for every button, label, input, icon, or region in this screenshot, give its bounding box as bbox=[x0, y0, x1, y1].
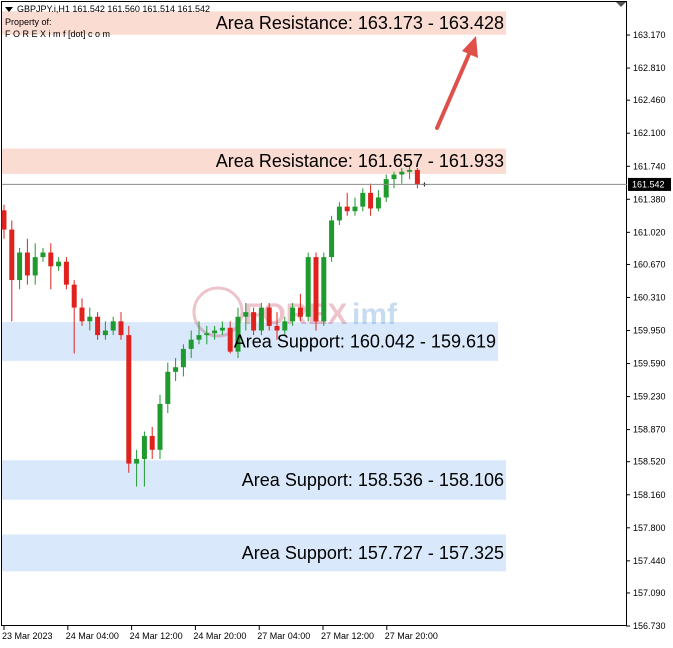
y-tick-label: 159.950 bbox=[633, 326, 666, 336]
candle-body bbox=[157, 403, 163, 450]
y-tick-label: 157.440 bbox=[633, 556, 666, 566]
svg-text:161.542: 161.542 bbox=[632, 179, 665, 189]
owner-line: F O R E X i m f [dot] c o m bbox=[5, 29, 110, 39]
candle-body bbox=[149, 436, 155, 450]
y-tick-label: 162.810 bbox=[633, 63, 666, 73]
x-tick-label: 27 Mar 04:00 bbox=[257, 631, 310, 641]
candle-body bbox=[102, 330, 108, 336]
zone-resistance-label: Area Resistance: 161.657 - 161.933 bbox=[216, 151, 504, 171]
candle-body bbox=[17, 252, 23, 281]
y-tick-label: 163.170 bbox=[633, 30, 666, 40]
y-tick-label: 161.380 bbox=[633, 194, 666, 204]
candle-body bbox=[227, 327, 233, 352]
watermark-text-imf: imf bbox=[352, 298, 398, 331]
y-tick-label: 159.230 bbox=[633, 392, 666, 402]
candle-body bbox=[360, 192, 366, 207]
candle-body bbox=[63, 261, 69, 285]
candle-body bbox=[258, 307, 264, 331]
candle-body bbox=[251, 312, 257, 331]
candle-body bbox=[212, 330, 218, 334]
candle-body bbox=[196, 335, 202, 340]
candle-body bbox=[9, 229, 15, 281]
y-tick-label: 156.730 bbox=[633, 621, 666, 631]
y-tick-label: 158.870 bbox=[633, 425, 666, 435]
candle-body bbox=[399, 171, 405, 175]
candle-body bbox=[126, 335, 132, 464]
symbol-ohlc-line: GBPJPY.i,H1 161.542 161.560 161.514 161.… bbox=[17, 4, 210, 14]
price-chart[interactable]: FOREX imf Area Resistance: 163.173 - 163… bbox=[0, 0, 673, 648]
candle-body bbox=[274, 325, 280, 331]
up-arrow-icon bbox=[435, 36, 478, 130]
candle-body bbox=[79, 307, 85, 322]
y-tick-label: 161.020 bbox=[633, 227, 666, 237]
zone-support-label: Area Support: 160.042 - 159.619 bbox=[234, 331, 496, 351]
candle-body bbox=[188, 339, 194, 349]
candle-body bbox=[336, 206, 342, 221]
candle-body bbox=[305, 257, 311, 317]
candle-body bbox=[243, 312, 249, 317]
candle-body bbox=[282, 321, 288, 331]
y-tick-label: 157.800 bbox=[633, 523, 666, 533]
y-tick-label: 157.090 bbox=[633, 588, 666, 598]
candle-body bbox=[1, 210, 7, 230]
candle-body bbox=[352, 206, 358, 212]
candle-body bbox=[368, 192, 374, 209]
price-axis: 163.170 162.810 162.460 162.100 161.740 161.3… bbox=[626, 30, 666, 631]
x-tick-label: 27 Mar 20:00 bbox=[385, 631, 438, 641]
candle-body bbox=[414, 169, 420, 185]
x-tick-label: 27 Mar 12:00 bbox=[321, 631, 374, 641]
zone-resistance-label: Area Resistance: 163.173 - 163.428 bbox=[216, 13, 504, 33]
x-tick-label: 24 Mar 04:00 bbox=[66, 631, 119, 641]
candle-body bbox=[375, 197, 381, 209]
candle-body bbox=[110, 321, 116, 331]
candle-body bbox=[134, 458, 140, 464]
candle-body bbox=[290, 307, 296, 322]
candle-body bbox=[40, 252, 46, 258]
candle-body bbox=[141, 436, 147, 459]
y-tick-label: 160.310 bbox=[633, 292, 666, 302]
x-tick-label: 24 Mar 20:00 bbox=[193, 631, 246, 641]
candle-body bbox=[321, 257, 327, 322]
candle-body bbox=[118, 321, 124, 336]
candle-body bbox=[344, 206, 350, 212]
candle-body bbox=[313, 257, 319, 322]
zone-support-label: Area Support: 157.727 - 157.325 bbox=[242, 543, 504, 563]
y-tick-label: 158.160 bbox=[633, 490, 666, 500]
candle-body bbox=[95, 316, 101, 336]
candle-body bbox=[48, 252, 54, 267]
corner-marker-icon bbox=[616, 2, 626, 7]
x-tick-label: 23 Mar 2023 bbox=[2, 631, 53, 641]
candle-body bbox=[32, 257, 38, 276]
y-tick-label: 161.740 bbox=[633, 161, 666, 171]
candle-body bbox=[204, 333, 210, 336]
zone-labels-layer: Area Resistance: 163.173 - 163.428 Area R… bbox=[216, 13, 504, 563]
candle-body bbox=[180, 348, 186, 368]
property-line: Property of: bbox=[5, 17, 52, 27]
candle-body bbox=[391, 174, 397, 180]
candle-body bbox=[24, 252, 30, 276]
candle-body bbox=[297, 307, 303, 317]
y-tick-label: 159.590 bbox=[633, 359, 666, 369]
candle-body bbox=[329, 220, 335, 258]
x-tick-label: 24 Mar 12:00 bbox=[130, 631, 183, 641]
y-tick-label: 158.520 bbox=[633, 457, 666, 467]
y-tick-label: 160.670 bbox=[633, 259, 666, 269]
candle-body bbox=[71, 284, 77, 308]
current-price-tag: 161.542 bbox=[628, 177, 671, 191]
candle-body bbox=[56, 261, 62, 267]
y-tick-label: 162.460 bbox=[633, 95, 666, 105]
candle-body bbox=[266, 307, 272, 326]
zone-support-label: Area Support: 158.536 - 158.106 bbox=[242, 470, 504, 490]
y-tick-label: 162.100 bbox=[633, 128, 666, 138]
time-axis: 23 Mar 2023 24 Mar 04:00 24 Mar 12:00 24 Ma… bbox=[2, 626, 438, 641]
candle-body bbox=[173, 367, 179, 372]
candle-body bbox=[87, 316, 93, 322]
candle-body bbox=[383, 179, 389, 198]
candle-body bbox=[219, 327, 225, 331]
symbol-dropdown-icon[interactable] bbox=[5, 7, 13, 12]
candle-body bbox=[165, 371, 171, 404]
